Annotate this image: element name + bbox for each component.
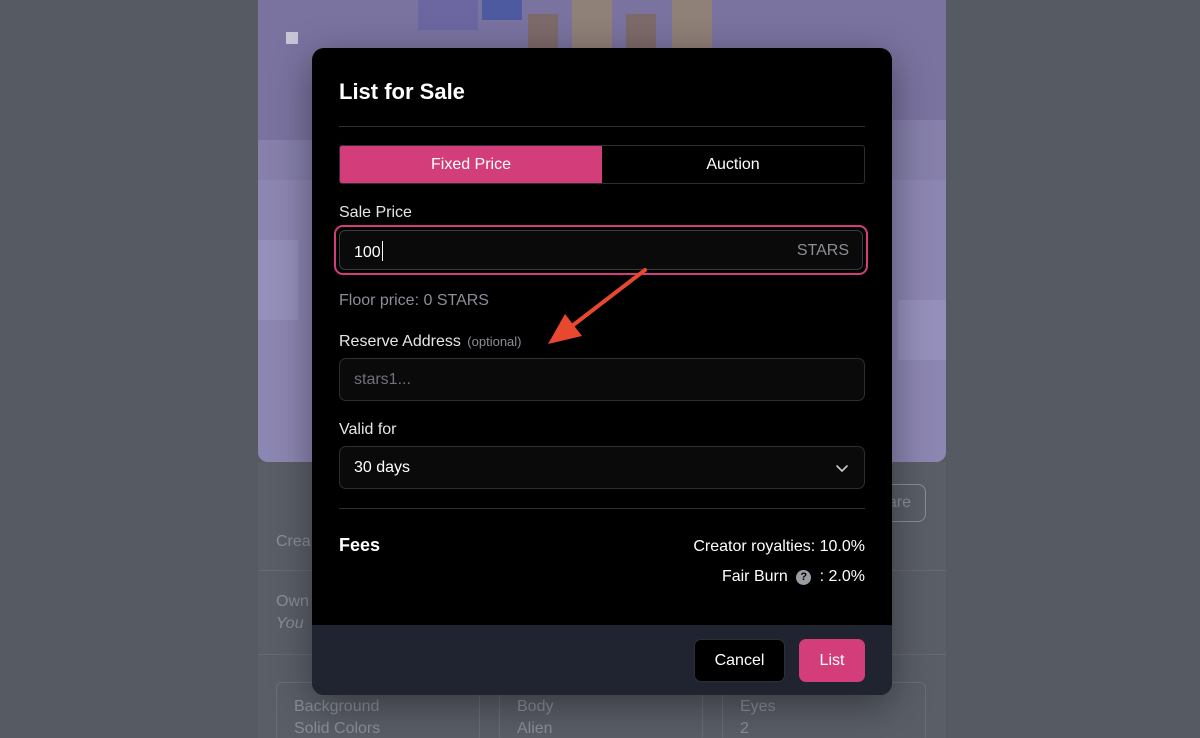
help-icon[interactable]: ? bbox=[796, 570, 812, 585]
fees-title: Fees bbox=[339, 535, 381, 555]
trait-label: Eyes bbox=[740, 698, 776, 715]
owner-label: Own bbox=[276, 593, 309, 610]
floor-price: Floor price: 0 STARS bbox=[339, 292, 489, 309]
list-for-sale-modal: List for Sale Fixed Price Auction Sale P… bbox=[312, 48, 892, 695]
valid-for-select[interactable]: 30 days bbox=[339, 446, 865, 489]
sale-price-value: 100 bbox=[354, 241, 383, 262]
reserve-address-input[interactable]: stars1... bbox=[339, 358, 865, 401]
price-unit: STARS bbox=[796, 242, 849, 259]
fair-burn: Fair Burn ? : 2.0% bbox=[722, 568, 865, 586]
trait-value: 2 bbox=[740, 720, 749, 737]
trait-value: Solid Colors bbox=[294, 720, 381, 737]
trait-label: Body bbox=[517, 698, 554, 715]
modal-footer: Cancel List bbox=[312, 625, 892, 695]
trait-value: Alien bbox=[517, 720, 553, 737]
reserve-address-placeholder: stars1... bbox=[354, 371, 411, 388]
sale-type-tabs: Fixed Price Auction bbox=[339, 145, 865, 184]
sale-price-input[interactable]: 100 STARS bbox=[339, 230, 863, 270]
chevron-down-icon bbox=[836, 465, 848, 472]
optional-hint: (optional) bbox=[467, 334, 522, 349]
sale-price-focus-ring: 100 STARS bbox=[334, 225, 868, 275]
tab-auction[interactable]: Auction bbox=[602, 146, 864, 183]
tab-fixed-price[interactable]: Fixed Price bbox=[340, 146, 602, 183]
list-button[interactable]: List bbox=[799, 639, 865, 682]
fair-burn-label: Fair Burn bbox=[721, 568, 788, 585]
reserve-address-label-text: Reserve Address bbox=[339, 333, 461, 350]
modal-title: List for Sale bbox=[339, 79, 465, 104]
text-caret bbox=[381, 241, 383, 261]
fair-burn-value: : 2.0% bbox=[819, 568, 865, 585]
creator-royalties: Creator royalties: 10.0% bbox=[693, 538, 865, 555]
owner-value: You bbox=[276, 615, 304, 632]
reserve-address-label: Reserve Address (optional) bbox=[339, 333, 522, 351]
divider bbox=[339, 508, 865, 509]
cancel-button[interactable]: Cancel bbox=[694, 639, 785, 682]
creator-label: Crea bbox=[276, 533, 311, 550]
valid-for-label: Valid for bbox=[339, 421, 397, 438]
valid-for-value: 30 days bbox=[354, 459, 411, 476]
sale-price-label: Sale Price bbox=[339, 204, 412, 221]
divider bbox=[339, 126, 865, 127]
trait-label: Background bbox=[294, 698, 380, 715]
